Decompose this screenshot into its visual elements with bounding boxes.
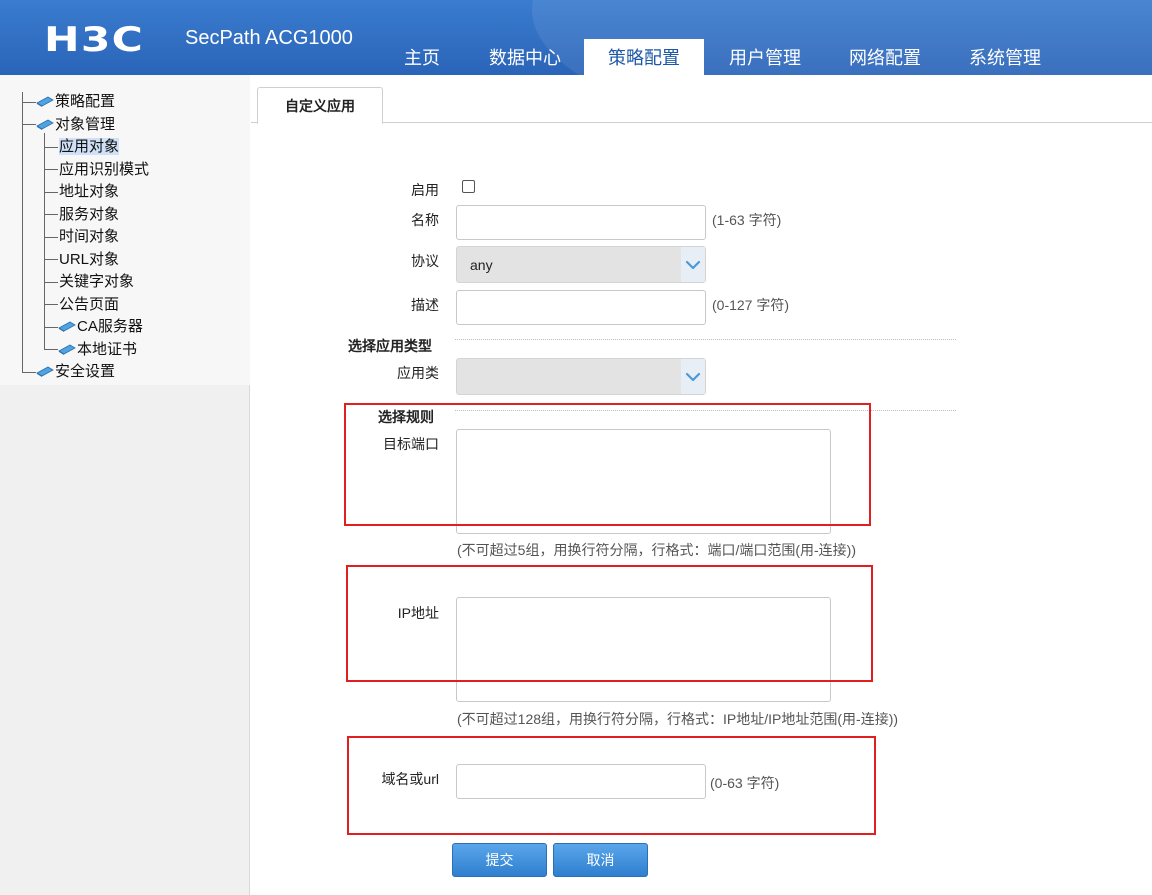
protocol-label: 协议 [411,253,439,269]
tree-line [44,147,58,148]
nav-system-management[interactable]: 系统管理 [950,39,1060,75]
h3c-logo: H3C [44,20,145,60]
nav-user-management[interactable]: 用户管理 [710,39,820,75]
tree-line [44,259,58,260]
book-icon [36,366,54,377]
product-name: SecPath ACG1000 [185,27,353,49]
ip-address-textarea[interactable] [456,597,831,702]
book-icon [58,344,76,355]
tree-line [22,372,36,373]
description-input[interactable] [456,290,706,325]
tree-item-notice-page[interactable]: 公告页面 [59,295,119,315]
tab-bar: 自定义应用 [251,75,1152,124]
tree-line [22,92,23,373]
tree-item-policy-config[interactable]: 策略配置 [36,92,115,112]
dest-port-hint: (不可超过5组，用换行符分隔，行格式：端口/端口范围(用-连接)) [457,542,856,558]
name-label: 名称 [411,212,439,228]
tree-line [22,124,36,125]
description-hint: (0-127 字符) [712,297,790,313]
tree-item-label: 公告页面 [59,296,120,313]
tree-item-label: 时间对象 [59,228,120,245]
tree-item-label: 对象管理 [55,116,116,133]
nav-network-config[interactable]: 网络配置 [830,39,940,75]
protocol-value: any [470,257,493,273]
book-icon [36,96,54,107]
tree-item-label: 安全设置 [55,363,116,380]
tree-line [44,169,58,170]
chevron-down-icon [681,359,705,394]
tree-item-security-settings[interactable]: 安全设置 [36,362,115,382]
tree-item-label: 服务对象 [59,206,120,223]
book-icon [58,321,76,332]
dest-port-label: 目标端口 [383,436,439,452]
tree-line [44,237,58,238]
tree-line [44,214,58,215]
dest-port-textarea[interactable] [456,429,831,534]
enable-label: 启用 [411,182,439,198]
domain-hint: (0-63 字符) [710,775,780,791]
tree-item-object-management[interactable]: 对象管理 [36,115,115,135]
tree-item-label: URL对象 [59,251,120,268]
tree-item-app-object[interactable]: 应用对象 [59,137,120,157]
tree-line [44,282,58,283]
chevron-down-icon [681,247,705,282]
tab-custom-app[interactable]: 自定义应用 [257,87,383,124]
divider [455,339,956,340]
protocol-select[interactable]: any [456,246,706,283]
tree-item-label: 关键字对象 [59,273,135,290]
tree-line [44,349,58,350]
tree-item-keyword-object[interactable]: 关键字对象 [59,272,134,292]
domain-input[interactable] [456,764,706,799]
nav-home[interactable]: 主页 [383,39,461,75]
app-type-section-title: 选择应用类型 [348,338,432,354]
name-hint: (1-63 字符) [712,212,782,228]
tree-item-local-cert[interactable]: 本地证书 [58,340,137,360]
tree-item-time-object[interactable]: 时间对象 [59,227,119,247]
tree-item-label: 本地证书 [77,341,138,358]
tree-item-app-recognition-mode[interactable]: 应用识别模式 [59,160,149,180]
tree-item-service-object[interactable]: 服务对象 [59,205,119,225]
tree-item-ca-server[interactable]: CA服务器 [58,317,143,337]
description-label: 描述 [411,297,439,313]
tree-line [44,192,58,193]
ip-address-label: IP地址 [397,605,439,621]
domain-label: 域名或url [381,771,439,787]
cancel-button[interactable]: 取消 [553,843,648,877]
rule-section-title: 选择规则 [378,409,434,425]
tree-line [22,102,36,103]
book-icon [36,119,54,130]
sidebar: 策略配置 对象管理 应用对象 应用识别模式 地址对象 服务对象 时间对象 URL… [0,75,250,895]
app-class-select[interactable] [456,358,706,395]
tree-item-address-object[interactable]: 地址对象 [59,182,119,202]
tree-item-label: 地址对象 [59,183,120,200]
tree-line [44,133,45,350]
tree-line [44,304,58,305]
tree-item-label: CA服务器 [77,318,143,335]
divider [455,410,956,411]
tree-line [44,327,58,328]
ip-address-hint: (不可超过128组，用换行符分隔，行格式：IP地址/IP地址范围(用-连接)) [457,711,899,727]
top-header: H3C SecPath ACG1000 主页 数据中心 策略配置 用户管理 网络… [0,0,1152,75]
nav-data-center[interactable]: 数据中心 [470,39,580,75]
app-class-label: 应用类 [397,365,439,381]
enable-checkbox[interactable] [462,180,475,193]
nav-policy-config[interactable]: 策略配置 [584,39,704,75]
name-input[interactable] [456,205,706,240]
tree-item-label: 应用识别模式 [59,161,150,178]
tree-item-label: 应用对象 [59,138,120,155]
tree-item-url-object[interactable]: URL对象 [59,250,119,270]
tree-item-label: 策略配置 [55,93,116,110]
submit-button[interactable]: 提交 [452,843,547,877]
